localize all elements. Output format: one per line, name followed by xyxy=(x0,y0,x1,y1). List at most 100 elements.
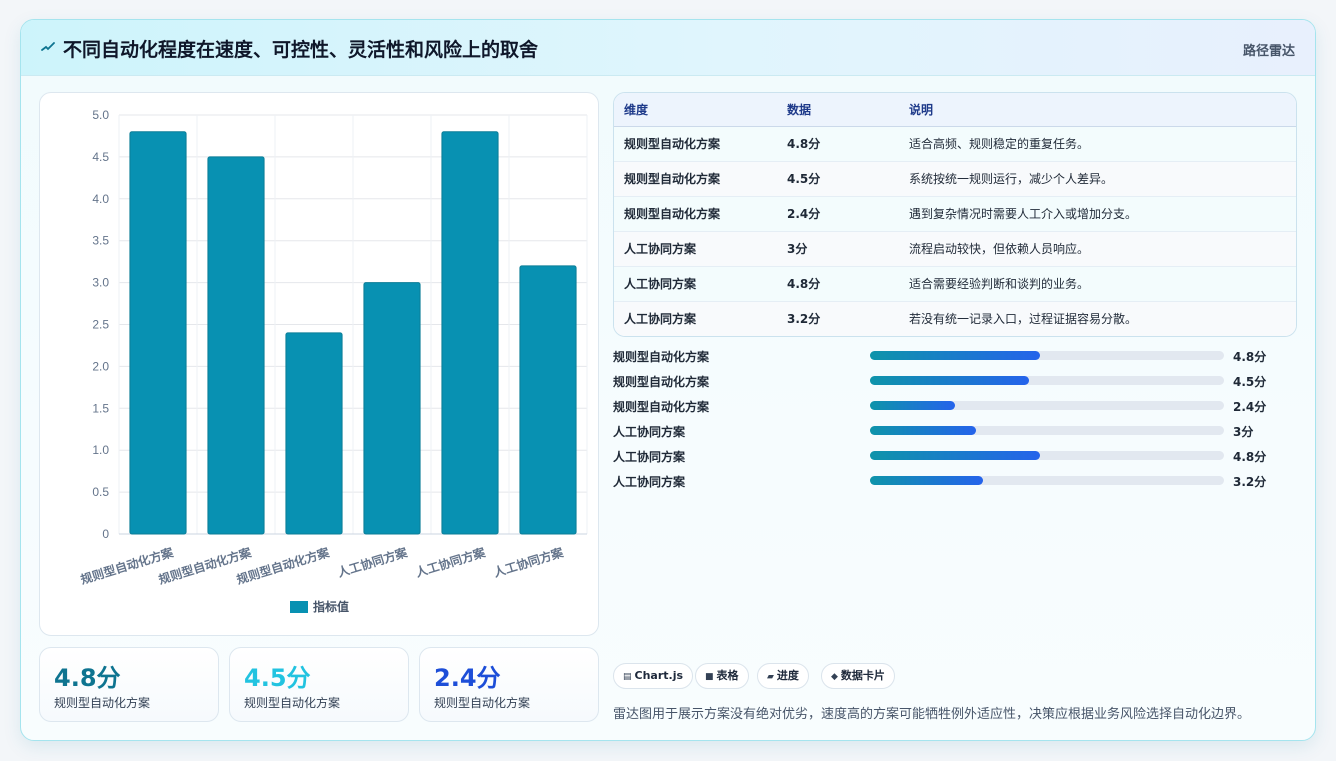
progress-list: 规则型自动化方案 4.8分 规则型自动化方案 4.5分 规则型自动化方案 2.4分 人工协同… xyxy=(613,346,1297,496)
kpi-value: 4.5分 xyxy=(244,664,311,692)
y-tick-label: 5.0 xyxy=(92,108,109,122)
y-tick-label: 2.5 xyxy=(92,318,109,332)
y-tick-label: 1.5 xyxy=(92,401,109,415)
kpi-card: 4.8分规则型自动化方案 xyxy=(39,647,219,722)
progress-row: 规则型自动化方案 4.5分 xyxy=(613,371,1297,396)
table-cell: 适合高频、规则稳定的重复任务。 xyxy=(899,126,1296,162)
table-cell: 系统按统一规则运行，减少个人差异。 xyxy=(899,161,1296,197)
progress-fill xyxy=(870,376,1030,385)
pulse-icon xyxy=(41,42,55,51)
table-cell: 人工协同方案 xyxy=(614,231,777,267)
legend-swatch xyxy=(290,601,308,613)
kpi-value: 4.8分 xyxy=(54,664,121,692)
table-row: 人工协同方案 3.2分 若没有统一记录入口，过程证据容易分散。 xyxy=(614,301,1296,336)
table-cell: 若没有统一记录入口，过程证据容易分散。 xyxy=(909,312,1138,327)
progress-value: 4.8分 xyxy=(1233,450,1267,464)
progress-label: 人工协同方案 xyxy=(613,450,686,464)
header-tag[interactable]: 路径雷达 xyxy=(1243,40,1295,59)
chip-card[interactable]: ◆ 数据卡片 xyxy=(821,663,895,689)
legend-label: 指标值 xyxy=(313,599,349,614)
bar xyxy=(285,332,343,535)
x-tick-label: 人工协同方案 xyxy=(414,544,488,580)
y-tick-label: 4.0 xyxy=(92,192,109,206)
table-cell: 4.5分 xyxy=(777,161,899,197)
chart-icon: ▤ xyxy=(623,672,632,682)
progress-track xyxy=(870,476,1224,485)
progress-row: 人工协同方案 3.2分 xyxy=(613,471,1297,496)
table-cell: 适合需要经验判断和谈判的业务。 xyxy=(899,266,1296,302)
table-cell: 4.8分 xyxy=(777,266,899,302)
kpi-card: 2.4分规则型自动化方案 xyxy=(419,647,599,722)
bar-chart: 00.51.01.52.02.53.03.54.04.55.0规则型自动化方案规… xyxy=(79,108,588,614)
y-tick-label: 1.0 xyxy=(92,443,109,457)
table-cell: 4.8分 xyxy=(777,126,899,162)
data-table: 维度 数据 说明 规则型自动化方案 4.8分 适合高频、规则稳定的重复任务。 规则型自动化… xyxy=(613,92,1297,337)
progress-value: 3分 xyxy=(1233,425,1254,439)
chip-label: 数据卡片 xyxy=(840,669,885,682)
bar xyxy=(129,131,187,535)
chip-chart[interactable]: ▤ Chart.js xyxy=(613,663,694,689)
bar xyxy=(207,156,265,535)
table-row: 规则型自动化方案 2.4分 遇到复杂情况时需要人工介入或增加分支。 xyxy=(614,196,1296,232)
kpi-label: 规则型自动化方案 xyxy=(244,696,341,710)
progress-label: 人工协同方案 xyxy=(613,425,686,439)
card-icon: ◆ xyxy=(831,672,838,682)
chip-label: 进度 xyxy=(776,669,799,682)
y-tick-label: 3.0 xyxy=(92,276,109,290)
progress-row: 规则型自动化方案 2.4分 xyxy=(613,396,1297,421)
progress-track xyxy=(870,376,1224,385)
column-header: 说明 xyxy=(899,93,1296,127)
table-cell: 遇到复杂情况时需要人工介入或增加分支。 xyxy=(899,196,1296,232)
progress-value: 4.5分 xyxy=(1233,375,1267,389)
table-row: 规则型自动化方案 4.5分 系统按统一规则运行，减少个人差异。 xyxy=(614,161,1296,197)
y-tick-label: 2.0 xyxy=(92,359,109,373)
progress-track xyxy=(870,451,1224,460)
table-cell: 人工协同方案 xyxy=(614,266,777,302)
table-header-row: 维度 数据 说明 xyxy=(614,93,1296,127)
progress-track xyxy=(870,426,1224,435)
table-cell: 流程启动较快，但依赖人员响应。 xyxy=(899,231,1296,267)
progress-fill xyxy=(870,476,984,485)
dashboard-card: 不同自动化程度在速度、可控性、灵活性和风险上的取舍 路径雷达 0 0.5 1.0 1.… xyxy=(20,19,1316,741)
progress-row: 规则型自动化方案 4.8分 xyxy=(613,346,1297,371)
table-cell: 2.4分 xyxy=(777,196,899,232)
progress-label: 人工协同方案 xyxy=(613,475,686,489)
progress-label: 规则型自动化方案 xyxy=(613,375,710,389)
progress-fill xyxy=(870,426,977,435)
progress-value: 2.4分 xyxy=(1233,400,1267,414)
x-tick-label: 人工协同方案 xyxy=(336,544,410,580)
bar-chart-panel: 0 0.5 1.0 1.5 2.0 2.5 3.0 3.5 4.0 4.5 5.0 规则型自动化方案规… xyxy=(39,92,599,636)
progress-row: 人工协同方案 4.8分 xyxy=(613,446,1297,471)
page-title: 不同自动化程度在速度、可控性、灵活性和风险上的取舍 xyxy=(63,39,539,61)
progress-row: 人工协同方案 3分 xyxy=(613,421,1297,446)
column-header: 数据 xyxy=(777,93,899,127)
bar xyxy=(519,265,577,535)
table-cell: 规则型自动化方案 xyxy=(614,161,777,197)
table-cell: 3分 xyxy=(777,231,899,267)
bar xyxy=(363,282,421,535)
chip-table[interactable]: ■ 表格 xyxy=(695,663,749,689)
chip-progress[interactable]: ▰ 进度 xyxy=(757,663,809,689)
table-cell: 3.2分 xyxy=(787,312,821,327)
kpi-value: 2.4分 xyxy=(434,664,501,692)
progress-fill xyxy=(870,401,955,410)
chip-label: Chart.js xyxy=(634,669,684,682)
progress-label: 规则型自动化方案 xyxy=(613,350,710,364)
y-tick-label: 0.5 xyxy=(92,485,109,499)
bar xyxy=(441,131,499,535)
chip-label: 表格 xyxy=(716,669,739,682)
table-cell: 规则型自动化方案 xyxy=(614,196,777,232)
kpi-label: 规则型自动化方案 xyxy=(434,696,531,710)
progress-value: 4.8分 xyxy=(1233,350,1267,364)
card-header: 不同自动化程度在速度、可控性、灵活性和风险上的取舍 路径雷达 xyxy=(21,20,1315,76)
table-row: 规则型自动化方案 4.8分 适合高频、规则稳定的重复任务。 xyxy=(614,126,1296,162)
x-tick-label: 人工协同方案 xyxy=(492,544,566,580)
y-tick-label: 4.5 xyxy=(92,150,109,164)
table-cell: 人工协同方案 xyxy=(624,312,697,327)
progress-track xyxy=(870,401,1224,410)
table-icon: ■ xyxy=(705,672,714,682)
y-tick-label: 3.5 xyxy=(92,234,109,248)
progress-track xyxy=(870,351,1224,360)
kpi-label: 规则型自动化方案 xyxy=(54,696,151,710)
kpi-card: 4.5分规则型自动化方案 xyxy=(229,647,409,722)
